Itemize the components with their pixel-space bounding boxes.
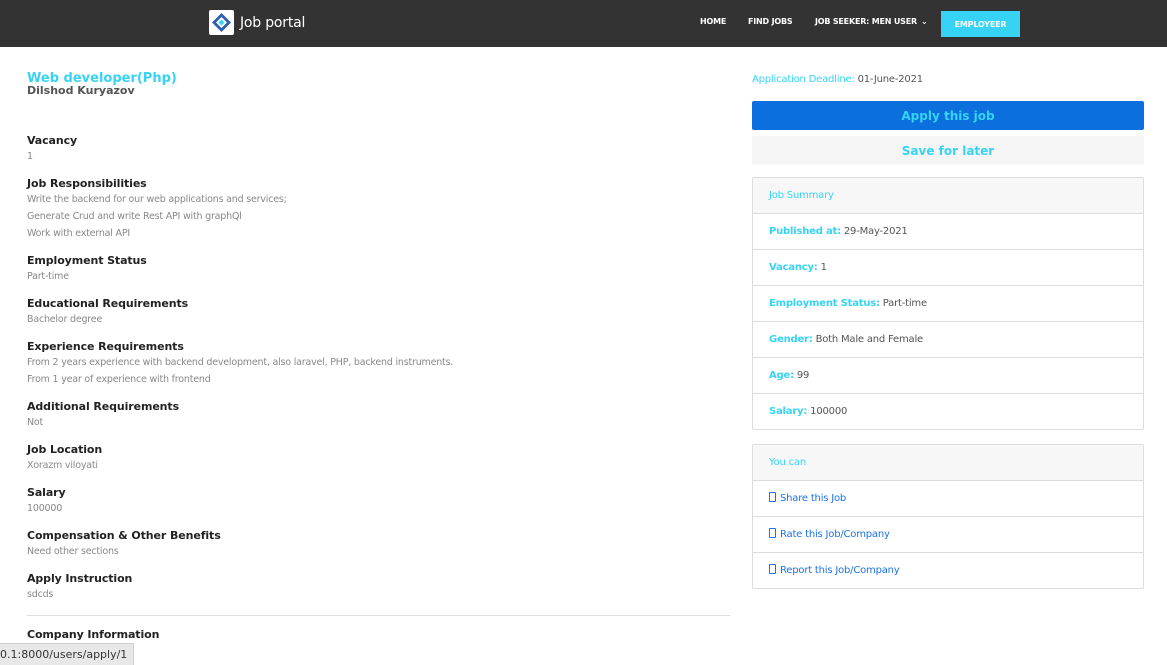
- summary-value: 1: [820, 262, 827, 273]
- section-salary: Salary 100000: [27, 486, 66, 517]
- section-divider: [27, 615, 730, 616]
- summary-row-vacancy: Vacancy: 1: [753, 250, 1143, 286]
- summary-key: Published at:: [769, 226, 841, 237]
- summary-key: Vacancy:: [769, 262, 818, 273]
- nav-home-link[interactable]: HOME: [700, 17, 726, 26]
- section-title: Salary: [27, 486, 66, 499]
- browser-status-url: 0.1:8000/users/apply/1: [0, 643, 135, 665]
- share-job-link[interactable]: Share this Job: [753, 481, 1143, 517]
- logo-icon: [209, 10, 234, 35]
- section-experience-requirements: Experience Requirements From 2 years exp…: [27, 340, 453, 388]
- section-text: From 2 years experience with backend dev…: [27, 357, 454, 368]
- brand-link[interactable]: Job portal: [209, 10, 305, 35]
- section-employment-status: Employment Status Part-time: [27, 254, 147, 285]
- section-text: Need other sections: [27, 546, 119, 557]
- summary-value: Both Male and Female: [815, 334, 924, 345]
- chevron-down-icon: ⌄: [920, 17, 928, 26]
- section-title: Company Information: [27, 628, 160, 641]
- summary-row-salary: Salary: 100000: [753, 394, 1143, 429]
- section-title: Additional Requirements: [27, 400, 180, 413]
- section-text: Xorazm viloyati: [27, 460, 98, 471]
- summary-row-gender: Gender: Both Male and Female: [753, 322, 1143, 358]
- rate-job-link[interactable]: Rate this Job/Company: [753, 517, 1143, 553]
- deadline-value: 01-June-2021: [857, 74, 924, 85]
- section-educational-requirements: Educational Requirements Bachelor degree: [27, 297, 188, 328]
- summary-key: Age:: [769, 370, 794, 381]
- section-compensation: Compensation & Other Benefits Need other…: [27, 529, 221, 560]
- section-vacancy: Vacancy 1: [27, 134, 77, 165]
- section-title: Vacancy: [27, 134, 78, 147]
- section-title: Apply Instruction: [27, 572, 133, 585]
- employer-button[interactable]: EMPLOYEER: [941, 11, 1020, 37]
- user-menu-label: JOB SEEKER: MEN USER: [815, 17, 917, 26]
- section-text: 1: [27, 151, 33, 162]
- brand-name: Job portal: [240, 14, 306, 31]
- deadline-label: Application Deadline:: [752, 74, 855, 85]
- section-apply-instruction: Apply Instruction sdcds: [27, 572, 132, 603]
- summary-key: Employment Status:: [769, 298, 880, 309]
- section-title: Experience Requirements: [27, 340, 184, 353]
- summary-key: Gender:: [769, 334, 813, 345]
- section-text: From 1 year of experience with frontend: [27, 374, 211, 385]
- nav-find-jobs-link[interactable]: FIND JOBS: [748, 17, 793, 26]
- report-job-label: Report this Job/Company: [780, 565, 900, 576]
- apply-job-button[interactable]: Apply this job: [752, 101, 1144, 130]
- section-title: Employment Status: [27, 254, 147, 267]
- section-additional-requirements: Additional Requirements Not: [27, 400, 179, 431]
- save-for-later-button[interactable]: Save for later: [752, 136, 1144, 165]
- summary-key: Salary:: [769, 406, 808, 417]
- application-deadline: Application Deadline: 01-June-2021: [752, 74, 923, 85]
- section-text: 100000: [27, 503, 63, 514]
- top-navbar: Job portal HOME FIND JOBS JOB SEEKER: ME…: [0, 0, 1167, 47]
- section-title: Job Responsibilities: [27, 177, 147, 190]
- section-text: Work with external API: [27, 228, 130, 239]
- nav-user-menu[interactable]: JOB SEEKER: MEN USER ⌄: [815, 17, 928, 26]
- section-job-responsibilities: Job Responsibilities Write the backend f…: [27, 177, 287, 242]
- report-job-link[interactable]: Report this Job/Company: [753, 553, 1143, 588]
- section-job-location: Job Location Xorazm viloyati: [27, 443, 102, 474]
- section-title: Educational Requirements: [27, 297, 189, 310]
- section-company-information: Company Information: [27, 628, 159, 642]
- section-text: sdcds: [27, 589, 54, 600]
- section-text: Not: [27, 417, 44, 428]
- mobile-icon: [769, 564, 776, 574]
- summary-row-employment-status: Employment Status: Part-time: [753, 286, 1143, 322]
- summary-row-published: Published at: 29-May-2021: [753, 214, 1143, 250]
- section-text: Generate Crud and write Rest API with gr…: [27, 211, 242, 222]
- summary-value: 29-May-2021: [843, 226, 908, 237]
- job-summary-heading: Job Summary: [753, 178, 1143, 214]
- company-name: Dilshod Kuryazov: [27, 84, 135, 97]
- you-can-heading: You can: [753, 445, 1143, 481]
- summary-value: 99: [796, 370, 810, 381]
- you-can-card: You can Share this Job Rate this Job/Com…: [752, 444, 1144, 589]
- summary-value: Part-time: [882, 298, 927, 309]
- section-title: Compensation & Other Benefits: [27, 529, 221, 542]
- share-job-label: Share this Job: [780, 493, 847, 504]
- summary-value: 100000: [810, 406, 848, 417]
- section-text: Part-time: [27, 271, 69, 282]
- rate-job-label: Rate this Job/Company: [780, 529, 890, 540]
- mobile-icon: [769, 528, 776, 538]
- summary-row-age: Age: 99: [753, 358, 1143, 394]
- section-text: Bachelor degree: [27, 314, 103, 325]
- job-summary-card: Job Summary Published at: 29-May-2021 Va…: [752, 177, 1144, 430]
- mobile-icon: [769, 492, 776, 502]
- section-title: Job Location: [27, 443, 103, 456]
- section-text: Write the backend for our web applicatio…: [27, 194, 287, 205]
